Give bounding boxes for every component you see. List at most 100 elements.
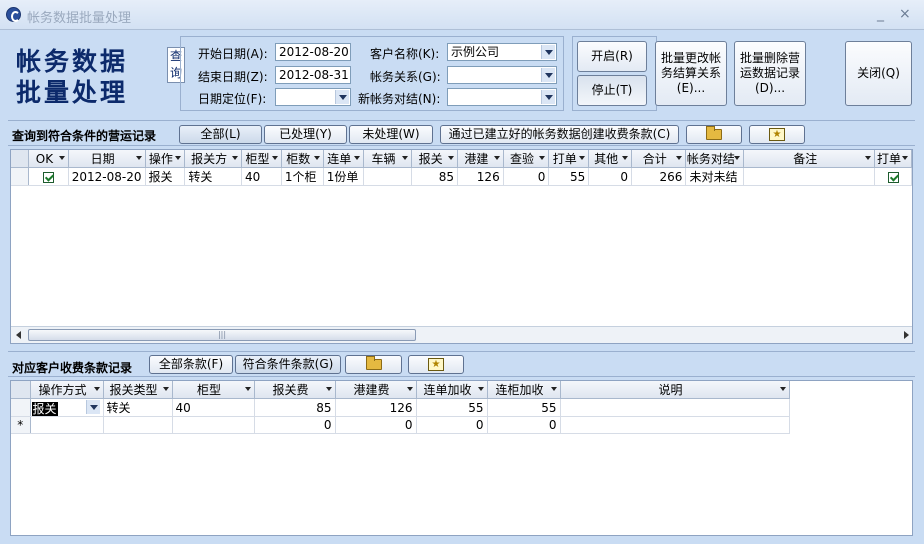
new-row[interactable]: * 0 0 0 0 bbox=[11, 416, 790, 434]
cell-other[interactable]: 0 bbox=[588, 167, 632, 186]
cell-type[interactable] bbox=[103, 416, 173, 434]
fees-export-button[interactable]: ★ bbox=[408, 355, 464, 374]
records-grid[interactable]: OK 日期 操作 报关方 柜型 柜数 连单 车辆 报关 港建 查验 打单 其他 … bbox=[10, 149, 913, 344]
cell-ccount[interactable]: 1个柜 bbox=[281, 167, 324, 186]
account-relation-select[interactable] bbox=[447, 66, 557, 84]
cell-op[interactable] bbox=[30, 416, 104, 434]
cell-print[interactable]: 55 bbox=[548, 167, 590, 186]
create-terms-button[interactable]: 通过已建立好的帐务数据创建收费条款(C) bbox=[440, 125, 679, 144]
table-row[interactable]: 2012-08-20 报关 转关 40 1个柜 1份单 85 126 0 55 … bbox=[11, 167, 912, 186]
filter-all-button[interactable]: 全部(L) bbox=[179, 125, 262, 144]
chevron-down-icon[interactable] bbox=[541, 90, 555, 104]
cell-container-fee[interactable]: 0 bbox=[487, 416, 561, 434]
cell-customs-fee[interactable]: 0 bbox=[254, 416, 336, 434]
cell-note[interactable] bbox=[743, 167, 875, 186]
chevron-down-icon[interactable] bbox=[541, 68, 555, 82]
fees-open-button[interactable] bbox=[345, 355, 402, 374]
close-button[interactable]: 关闭(Q) bbox=[845, 41, 912, 106]
cell-customs[interactable]: 85 bbox=[411, 167, 459, 186]
batch-delete-button[interactable]: 批量删除营运数据记录(D)... bbox=[734, 41, 806, 106]
table-row[interactable]: 报关 转关 40 85 126 55 55 bbox=[11, 398, 790, 417]
cell-link[interactable]: 1份单 bbox=[323, 167, 364, 186]
cell-total[interactable]: 266 bbox=[631, 167, 687, 186]
start-button[interactable]: 开启(R) bbox=[577, 41, 647, 72]
end-date-field[interactable]: 2012-08-31 bbox=[275, 66, 351, 84]
column-header[interactable]: 帐务对结 bbox=[685, 150, 745, 168]
cell-link-fee[interactable]: 0 bbox=[416, 416, 488, 434]
batch-change-button[interactable]: 批量更改帐务结算关系(E)... bbox=[655, 41, 727, 106]
scroll-right-icon[interactable] bbox=[904, 331, 909, 339]
row-selector[interactable] bbox=[11, 167, 30, 186]
close-window-button[interactable]: × bbox=[899, 7, 911, 21]
cell-note[interactable] bbox=[560, 398, 790, 417]
cell-ctype[interactable]: 40 bbox=[241, 167, 282, 186]
column-header[interactable]: 柜型 bbox=[172, 381, 255, 399]
cell-container-fee[interactable]: 55 bbox=[487, 398, 561, 417]
cell-port-fee[interactable]: 0 bbox=[335, 416, 417, 434]
records-export-button[interactable]: ★ bbox=[749, 125, 805, 144]
horizontal-scrollbar[interactable]: ||| bbox=[11, 326, 912, 343]
column-header[interactable]: 操作 bbox=[145, 150, 186, 168]
cell-port[interactable]: 126 bbox=[457, 167, 504, 186]
column-header[interactable]: 报关费 bbox=[254, 381, 336, 399]
cell-date[interactable]: 2012-08-20 bbox=[68, 167, 146, 186]
cell-port-fee[interactable]: 126 bbox=[335, 398, 417, 417]
column-header[interactable]: 连单 bbox=[323, 150, 364, 168]
cell-vehicle[interactable] bbox=[363, 167, 413, 186]
column-header[interactable]: 打单 bbox=[874, 150, 912, 168]
matching-terms-button[interactable]: 符合条件条款(G) bbox=[235, 355, 341, 374]
cell-ctype[interactable]: 40 bbox=[172, 398, 255, 417]
scroll-thumb[interactable]: ||| bbox=[28, 329, 416, 341]
column-header[interactable]: 柜数 bbox=[281, 150, 324, 168]
fees-grid[interactable]: 操作方式 报关类型 柜型 报关费 港建费 连单加收 连柜加收 说明 报关 转关 … bbox=[10, 380, 913, 536]
filter-unprocessed-button[interactable]: 未处理(W) bbox=[349, 125, 433, 144]
minimize-button[interactable]: _ bbox=[877, 7, 884, 21]
scroll-left-icon[interactable] bbox=[16, 331, 21, 339]
column-header[interactable]: 车辆 bbox=[363, 150, 413, 168]
column-header[interactable]: OK bbox=[28, 150, 69, 168]
cell-op[interactable]: 报关 bbox=[145, 167, 186, 186]
page-title-line2: 批量处理 bbox=[16, 78, 129, 107]
row-selector[interactable] bbox=[11, 398, 31, 417]
column-header[interactable]: 报关 bbox=[411, 150, 459, 168]
new-settlement-select[interactable] bbox=[447, 88, 557, 106]
ok-checkbox[interactable] bbox=[28, 167, 69, 186]
column-header[interactable]: 日期 bbox=[68, 150, 146, 168]
cell-note[interactable] bbox=[560, 416, 790, 434]
star-export-icon: ★ bbox=[769, 128, 785, 141]
chevron-down-icon[interactable] bbox=[335, 90, 349, 104]
cell-op-editor[interactable]: 报关 bbox=[30, 398, 104, 417]
chevron-down-icon[interactable] bbox=[541, 45, 555, 59]
all-terms-button[interactable]: 全部条款(F) bbox=[149, 355, 233, 374]
customer-select[interactable]: 示例公司 bbox=[447, 43, 557, 61]
start-date-field[interactable]: 2012-08-20 bbox=[275, 43, 351, 61]
column-header[interactable]: 合计 bbox=[631, 150, 687, 168]
column-header[interactable]: 操作方式 bbox=[30, 381, 104, 399]
column-header[interactable]: 连柜加收 bbox=[487, 381, 561, 399]
column-header[interactable]: 说明 bbox=[560, 381, 790, 399]
column-header[interactable]: 港建 bbox=[457, 150, 504, 168]
chevron-down-icon[interactable] bbox=[85, 400, 100, 414]
stop-button[interactable]: 停止(T) bbox=[577, 75, 647, 106]
column-header[interactable]: 查验 bbox=[503, 150, 550, 168]
cell-settle[interactable]: 未对未结 bbox=[685, 167, 745, 186]
column-header[interactable]: 其他 bbox=[588, 150, 632, 168]
column-header[interactable]: 报关方 bbox=[184, 150, 243, 168]
date-locate-select[interactable] bbox=[275, 88, 351, 106]
cell-ctype[interactable] bbox=[172, 416, 255, 434]
printed-checkbox[interactable] bbox=[874, 167, 912, 186]
column-header[interactable]: 备注 bbox=[743, 150, 875, 168]
column-header[interactable]: 连单加收 bbox=[416, 381, 488, 399]
column-header[interactable]: 报关类型 bbox=[103, 381, 173, 399]
cell-party[interactable]: 转关 bbox=[184, 167, 243, 186]
column-header[interactable]: 港建费 bbox=[335, 381, 417, 399]
records-open-button[interactable] bbox=[686, 125, 742, 144]
column-header[interactable]: 打单 bbox=[548, 150, 590, 168]
filter-processed-button[interactable]: 已处理(Y) bbox=[264, 125, 347, 144]
cell-link-fee[interactable]: 55 bbox=[416, 398, 488, 417]
op-dropdown[interactable]: 报关 bbox=[31, 400, 100, 416]
column-header[interactable]: 柜型 bbox=[241, 150, 282, 168]
cell-inspect[interactable]: 0 bbox=[503, 167, 550, 186]
cell-customs-fee[interactable]: 85 bbox=[254, 398, 336, 417]
cell-type[interactable]: 转关 bbox=[103, 398, 173, 417]
